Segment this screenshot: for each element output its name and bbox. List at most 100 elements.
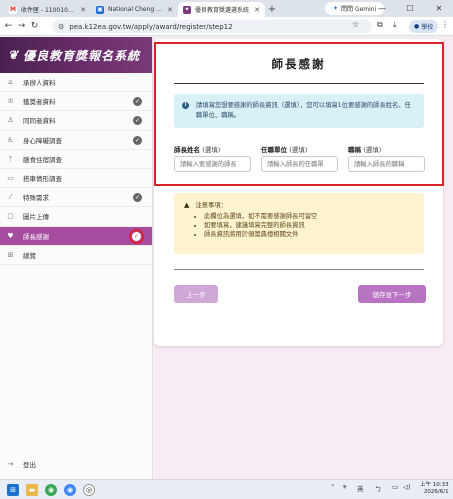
accessibility-icon: ♿ [7,135,14,144]
notice-title: 注意事項： [195,202,227,209]
brand-mark-icon: ❦ [8,48,20,62]
browser-tab-title: 優良教育獎遴選系統 [195,7,250,14]
award-icon: ✦ [183,5,191,14]
teacher-name-input[interactable] [174,156,251,172]
sidebar-item-companion[interactable]: ♙ 同同者資料 ✓ [0,111,152,131]
clock-time: 上午 10:33 [420,482,449,488]
profile-label: 學校 [421,24,434,31]
sidebar-item-images[interactable]: ▢ 圖片上傳 [0,207,152,227]
utensils-icon: ᛘ [8,154,13,163]
main-content: 師長感謝 i 請填寫您想要感謝的師長資訊（選填），您可以填寫1位要感謝的師長姓名… [154,37,453,479]
maximize-icon[interactable]: ☐ [399,0,421,17]
info-text: 請填寫您想要感謝的師長資訊（選填），您可以填寫1位要感謝的師長姓名、任職單位、職… [196,102,411,119]
optional-tag: (選填) [289,146,308,154]
url-text: pea.k12ea.gov.tw/apply/award/register/st… [69,22,233,31]
sidebar-item-overview[interactable]: ⊞ 總覽 [0,246,152,265]
site-settings-icon[interactable]: ⚙ [58,23,64,31]
network-icon[interactable]: ▭ [392,483,398,491]
notice-box: ▲ 注意事項： 此欄位為選填，如不需要感謝師長可留空 如要填寫，建議填寫完整的師… [174,193,424,254]
logout-link[interactable]: ⇥ 登出 [0,457,153,471]
tray-app-icon[interactable]: ✳ [342,483,347,491]
sidebar-item-meals[interactable]: ᛘ 膳食住宿調查 [0,150,152,169]
taskbar: ⊞ ▬ ◉ ◉ ◎ ⌃ ✳ 英 ㄅ ▭ ◁) 上午 10:33 2026/6/1 [0,479,453,499]
reload-icon[interactable]: ↻ [28,21,41,31]
teacher-name-label: 師長姓名 (選填) [174,144,220,154]
menu-kebab-icon[interactable]: ⋮ [441,20,449,29]
teacher-unit-input[interactable] [261,156,338,172]
house-icon: ⌂ [8,78,13,87]
input-language[interactable]: 英 [357,483,364,493]
footer-divider [174,269,424,270]
profile-button[interactable]: ● 學校 [409,20,439,33]
warning-icon: ▲ [184,200,190,209]
extensions-icon[interactable]: ⧉ [377,20,383,30]
app-icon[interactable]: ◎ [83,483,95,496]
sidebar-item-special[interactable]: ⁄ 特殊需求 ✓ [0,188,152,208]
windows-start-icon[interactable]: ⊞ [7,483,19,496]
close-icon[interactable]: ✕ [167,6,173,14]
previous-step-button[interactable]: 上一步 [174,285,218,303]
notice-item: 此欄位為選填，如不需要感謝師長可留空 [204,212,414,221]
sidebar-item-label: 師長感謝 [23,232,49,241]
sidebar-item-label: 身心障礙調查 [23,136,62,145]
close-icon[interactable]: ✕ [254,6,260,14]
sidebar-item-disability[interactable]: ♿ 身心障礙調查 ✓ [0,131,152,150]
tray-chevron-icon[interactable]: ⌃ [330,483,335,491]
chrome-profile-icon[interactable]: ◉ [64,483,76,496]
brand-logo: ❦ 優良教育獎報名系統 [0,37,152,73]
file-explorer-icon[interactable]: ▬ [26,483,38,496]
field-label-text: 職稱 [348,146,361,154]
check-circle-icon: ✓ [133,116,142,126]
back-icon[interactable]: ← [2,21,15,31]
field-label-text: 師長姓名 [174,146,200,154]
title-divider [174,83,424,84]
page-title: 師長感謝 [271,57,326,71]
sidebar-item-label: 膳食住宿調查 [23,155,62,164]
sidebar-item-thanks[interactable]: ♥ 師長感謝 ✓ [0,226,152,246]
system-clock[interactable]: 上午 10:33 2026/6/1 [420,482,449,496]
browser-tab-gmail[interactable]: M 收件匣 - 11001034@ ✕ [4,2,91,17]
image-icon: ▢ [7,212,14,221]
sidebar: ❦ 優良教育獎報名系統 ⌂ 承辦人資料 ♔ 獲獎者資料 ✓ ♙ 同同者資料 ✓ ♿ 身心障礙… [0,37,153,479]
check-circle-icon: ✓ [133,97,142,107]
check-circle-icon: ✓ [129,228,144,244]
notice-list: 此欄位為選填，如不需要感謝師長可留空 如要填寫，建議填寫完整的師長資訊 師長資訊… [184,212,414,239]
volume-icon[interactable]: ◁) [403,483,411,491]
close-icon[interactable]: ✕ [80,6,86,14]
sidebar-item-label: 圖片上傳 [23,213,49,222]
browser-tab-award[interactable]: ✦ 優良教育獎遴選系統 ✕ [178,2,265,17]
sidebar-item-label: 搭車情形調查 [23,175,62,184]
heart-icon: ♥ [7,231,14,240]
sidebar-item-label: 特殊需求 [23,194,49,203]
browser-tab-title: National Cheng Kung [108,6,164,13]
info-alert: i 請填寫您想要感謝的師長資訊（選填），您可以填寫1位要感謝的師長姓名、任職單位… [174,94,424,128]
bookmark-star-icon[interactable]: ☆ [352,20,359,29]
sidebar-item-label: 獲獎者資料 [23,98,56,107]
field-label-text: 任職單位 [261,146,287,154]
minimize-icon[interactable]: — [371,0,393,17]
forward-icon[interactable]: → [15,21,28,31]
optional-tag: (選填) [363,146,382,154]
save-and-next-button[interactable]: 儲存並下一步 [358,285,426,303]
sidebar-item-transport[interactable]: ▭ 搭車情形調查 [0,169,152,189]
grid-icon: ⊞ [7,250,14,259]
info-icon: i [182,102,189,109]
sidebar-item-awardee[interactable]: ♔ 獲獎者資料 ✓ [0,92,152,112]
browser-tab-title: 收件匣 - 11001034@ [21,7,77,14]
downloads-icon[interactable]: ⤓ [393,20,397,30]
sidebar-item-label: 同同者資料 [23,117,56,126]
new-tab-button[interactable]: + [265,2,279,17]
ime-icon[interactable]: ㄅ [375,483,382,493]
notice-header: ▲ 注意事項： [184,200,414,210]
teacher-title-input[interactable] [348,156,425,172]
gmail-icon: M [9,5,17,14]
check-circle-icon: ✓ [133,193,142,203]
browser-tab-ncku[interactable]: ▣ National Cheng Kung ✕ [91,2,178,17]
bus-icon: ▭ [7,174,14,183]
address-bar[interactable]: ⚙ pea.k12ea.gov.tw/apply/award/register/… [52,20,372,33]
sidebar-item-organizer[interactable]: ⌂ 承辦人資料 [0,73,152,93]
person-icon: ♙ [7,116,14,125]
brand-title: 優良教育獎報名系統 [23,48,141,63]
chrome-icon[interactable]: ◉ [45,483,57,496]
window-close-icon[interactable]: ✕ [428,0,450,17]
